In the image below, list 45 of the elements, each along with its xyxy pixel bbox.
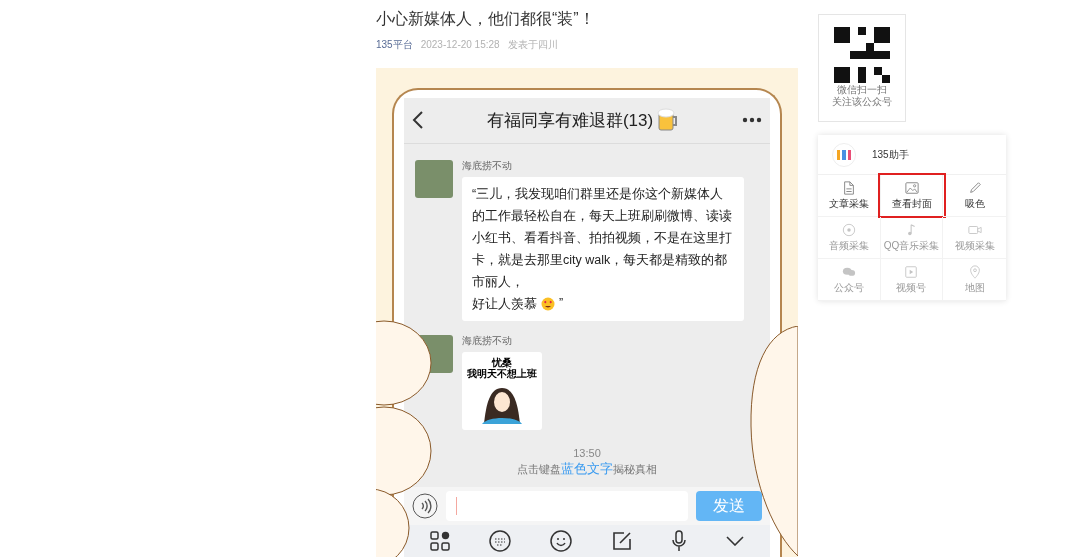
article-title: 小心新媒体人，他们都很“装”！ — [376, 9, 596, 29]
closing-quote: ” — [559, 295, 564, 313]
message-text: “三儿，我发现咱们群里还是你这个新媒体人的工作最轻松自在，每天上班刷刷微博、读读小红书、看看抖音、拍拍视频，不是在这里打卡，就是去那里city walk，每天都是精致的都市丽人， — [472, 185, 733, 291]
back-icon[interactable] — [412, 111, 424, 130]
tool-button[interactable]: 吸色 — [960, 181, 989, 210]
hint-link[interactable]: 蓝色文字 — [561, 460, 613, 476]
image-icon — [904, 181, 919, 195]
avatar-photo — [415, 159, 453, 198]
emoji-icon[interactable] — [550, 530, 573, 553]
map-pin-icon — [967, 265, 982, 279]
more-icon[interactable] — [742, 117, 762, 124]
hint-text: 点击键盘蓝色文字揭秘真相 — [517, 460, 657, 477]
helper-name: 135助手 — [872, 148, 909, 162]
sender-name: 海底捞不动 — [462, 159, 512, 172]
author-link[interactable]: 135平台 — [376, 38, 413, 52]
message-input[interactable] — [446, 491, 688, 522]
tool-button[interactable]: 查看封面 — [879, 175, 944, 216]
disc-icon — [841, 223, 856, 237]
eyedropper-icon — [967, 181, 982, 195]
voice-icon[interactable] — [412, 493, 438, 520]
message-text: 好让人羡慕 — [472, 295, 537, 313]
logo-icon — [832, 142, 856, 167]
message-time: 13:50 — [573, 445, 601, 461]
publish-location: 发表于四川 — [507, 38, 558, 52]
chat-bubbles-icon — [841, 265, 856, 279]
edit-icon[interactable] — [611, 531, 632, 552]
keyboard-icon[interactable] — [489, 530, 511, 553]
qr-caption: 微信扫一扫 — [837, 84, 887, 96]
apps-icon[interactable] — [429, 531, 450, 552]
chevron-down-icon[interactable] — [726, 536, 745, 547]
play-icon — [904, 265, 919, 279]
microphone-icon[interactable] — [670, 530, 687, 553]
qr-code[interactable] — [834, 27, 890, 83]
beer-mug-icon — [657, 108, 680, 133]
tool-button[interactable]: 文章采集 — [824, 181, 873, 210]
sender-name: 海底捞不动 — [462, 334, 512, 347]
qr-caption: 关注该公众号 — [832, 96, 892, 108]
document-icon — [841, 181, 856, 195]
video-camera-icon — [967, 223, 982, 237]
publish-date: 2023-12-20 15:28 — [420, 38, 500, 52]
sticker-caption: 忧桑 — [492, 356, 512, 368]
chat-title: 有福同享有难退群(13) — [486, 109, 654, 132]
sticker-caption: 我明天不想上班 — [467, 367, 537, 379]
heart-eyes-emoji-icon — [541, 296, 555, 311]
send-button[interactable]: 发送 — [696, 491, 762, 522]
